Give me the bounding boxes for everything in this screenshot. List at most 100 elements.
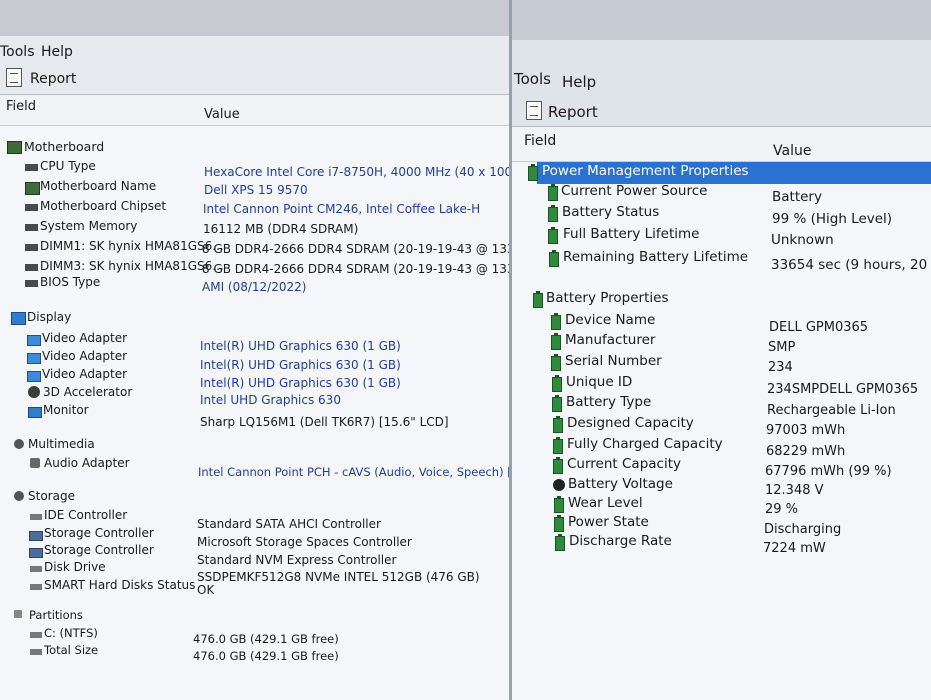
list-item[interactable]: C: (NTFS) 476.0 GB (429.1 GB free) <box>0 626 511 646</box>
field-label: DIMM1: SK hynix HMA81GS6... <box>40 239 224 253</box>
left-menubar: Tools Help <box>0 44 511 62</box>
list-item[interactable]: Manufacturer SMP <box>511 332 931 355</box>
list-item[interactable]: Full Battery Lifetime Unknown <box>511 226 931 248</box>
group-motherboard[interactable]: Motherboard <box>0 139 511 157</box>
left-title-area <box>0 0 511 36</box>
list-item[interactable]: Current Capacity 67796 mWh (99 %) <box>511 456 931 479</box>
list-item[interactable]: Storage Controller Microsoft Storage Spa… <box>0 526 511 549</box>
list-item[interactable]: Disk Drive SSDPEMKF512G8 NVMe INTEL 512G… <box>0 560 511 584</box>
report-icon[interactable] <box>526 101 542 120</box>
bios-icon <box>25 280 38 287</box>
list-item[interactable]: Remaining Battery Lifetime 33654 sec (9 … <box>511 249 931 273</box>
field-value: OK <box>197 583 215 597</box>
list-item[interactable]: Video Adapter Intel(R) UHD Graphics 630 … <box>0 367 511 390</box>
field-label: SMART Hard Disks Status <box>44 578 196 592</box>
storage-controller-icon <box>29 548 43 558</box>
list-item[interactable]: Total Size 476.0 GB (429.1 GB free) <box>0 643 511 663</box>
group-multimedia[interactable]: Multimedia <box>0 437 511 455</box>
group-partitions[interactable]: Partitions <box>0 608 511 626</box>
list-item[interactable]: BIOS Type AMI (08/12/2022) <box>0 275 511 294</box>
audio-icon <box>30 458 40 468</box>
field-value: HexaCore Intel Core i7-8750H, 4000 MHz (… <box>204 165 511 179</box>
field-label: Discharge Rate <box>569 533 672 549</box>
group-storage[interactable]: Storage <box>0 489 511 507</box>
menu-tools[interactable]: Tools <box>0 44 35 60</box>
list-item[interactable]: Serial Number 234 <box>511 353 931 375</box>
field-value: 33654 sec (9 hours, 20 min, <box>771 257 931 273</box>
column-field[interactable]: Field <box>6 99 36 114</box>
field-label: Battery Status <box>562 204 660 220</box>
list-item[interactable]: Discharge Rate 7224 mW <box>511 533 931 556</box>
list-item[interactable]: Wear Level 29 % <box>511 495 931 517</box>
field-label: Current Capacity <box>567 456 681 472</box>
list-item[interactable]: Video Adapter Intel(R) UHD Graphics 630 … <box>0 349 511 372</box>
list-item[interactable]: Monitor Sharp LQ156M1 (Dell TK6R7) [15.6… <box>0 403 511 429</box>
battery-icon <box>551 354 561 371</box>
chipset-icon <box>25 204 38 211</box>
memory-icon <box>25 244 38 251</box>
xbox-icon <box>28 386 40 398</box>
group-battery-properties[interactable]: Battery Properties <box>511 290 931 310</box>
field-value: 7224 mW <box>763 541 826 556</box>
field-label: Manufacturer <box>565 332 656 348</box>
list-item[interactable]: IDE Controller Standard SATA AHCI Contro… <box>0 508 511 531</box>
list-item[interactable]: Storage Controller Standard NVM Express … <box>0 543 511 567</box>
battery-icon <box>548 184 558 201</box>
column-value[interactable]: Value <box>773 143 811 159</box>
field-label: Video Adapter <box>42 349 128 363</box>
menu-help[interactable]: Help <box>41 44 73 60</box>
list-item[interactable]: Fully Charged Capacity 68229 mWh <box>511 436 931 459</box>
list-item[interactable]: 3D Accelerator Intel UHD Graphics 630 <box>0 385 511 407</box>
memory-icon <box>25 264 38 271</box>
video-adapter-icon <box>27 371 41 382</box>
battery-icon <box>548 227 558 244</box>
list-item[interactable]: Battery Voltage 12.348 V <box>511 476 931 498</box>
field-label: Fully Charged Capacity <box>567 436 723 452</box>
list-item[interactable]: System Memory 16112 MB (DDR4 SDRAM) <box>0 219 511 237</box>
group-power-management[interactable]: Power Management Properties <box>537 162 931 184</box>
battery-icon <box>553 437 563 454</box>
field-label: Video Adapter <box>42 331 128 345</box>
field-label: Battery Voltage <box>568 476 673 492</box>
menu-tools[interactable]: Tools <box>514 70 551 88</box>
list-item[interactable]: Video Adapter Intel(R) UHD Graphics 630 … <box>0 331 511 353</box>
field-label: BIOS Type <box>40 275 101 289</box>
monitor-icon <box>28 407 42 418</box>
field-value: 234 <box>768 360 793 375</box>
report-button[interactable]: Report <box>30 71 76 87</box>
field-label: Total Size <box>44 643 99 657</box>
list-item[interactable]: Motherboard Chipset Intel Cannon Point C… <box>0 199 511 217</box>
group-label: Display <box>27 310 72 324</box>
list-item[interactable]: Device Name DELL GPM0365 <box>511 312 931 335</box>
battery-icon <box>551 313 561 330</box>
list-item[interactable]: Motherboard Name Dell XPS 15 9570 <box>0 179 511 197</box>
list-item[interactable]: Battery Type Rechargeable Li-Ion <box>511 394 931 418</box>
field-value: 8 GB DDR4-2666 DDR4 SDRAM (20-19-19-43 @… <box>202 262 511 276</box>
right-title-area <box>511 0 931 40</box>
report-button[interactable]: Report <box>548 103 598 121</box>
column-field[interactable]: Field <box>524 133 556 149</box>
column-value[interactable]: Value <box>204 107 240 122</box>
video-adapter-icon <box>27 353 41 364</box>
partition-icon <box>30 632 42 638</box>
list-item[interactable]: Current Power Source Battery <box>511 183 931 205</box>
field-label: Wear Level <box>568 495 643 511</box>
field-label: CPU Type <box>40 159 96 173</box>
list-item[interactable]: Battery Status 99 % (High Level) <box>511 204 931 227</box>
list-item[interactable]: DIMM1: SK hynix HMA81GS6... 8 GB DDR4-26… <box>0 239 511 257</box>
left-column-header: Field Value <box>0 94 511 126</box>
group-display[interactable]: Display <box>0 310 511 328</box>
left-report-toolbar: Report <box>0 68 511 90</box>
list-item[interactable]: SMART Hard Disks Status OK <box>0 578 511 597</box>
field-value: Intel Cannon Point PCH - cAVS (Audio, Vo… <box>198 465 511 479</box>
display-icon <box>11 312 26 325</box>
menu-help[interactable]: Help <box>562 73 596 91</box>
report-icon[interactable] <box>6 68 22 87</box>
list-item[interactable]: Unique ID 234SMPDELL GPM0365 <box>511 374 931 397</box>
group-label: Partitions <box>29 608 83 622</box>
list-item[interactable]: Power State Discharging <box>511 514 931 537</box>
list-item[interactable]: Audio Adapter Intel Cannon Point PCH - c… <box>0 456 511 479</box>
list-item[interactable]: CPU Type HexaCore Intel Core i7-8750H, 4… <box>0 159 511 179</box>
list-item[interactable]: Designed Capacity 97003 mWh <box>511 415 931 438</box>
right-report-toolbar: Report <box>511 100 931 124</box>
